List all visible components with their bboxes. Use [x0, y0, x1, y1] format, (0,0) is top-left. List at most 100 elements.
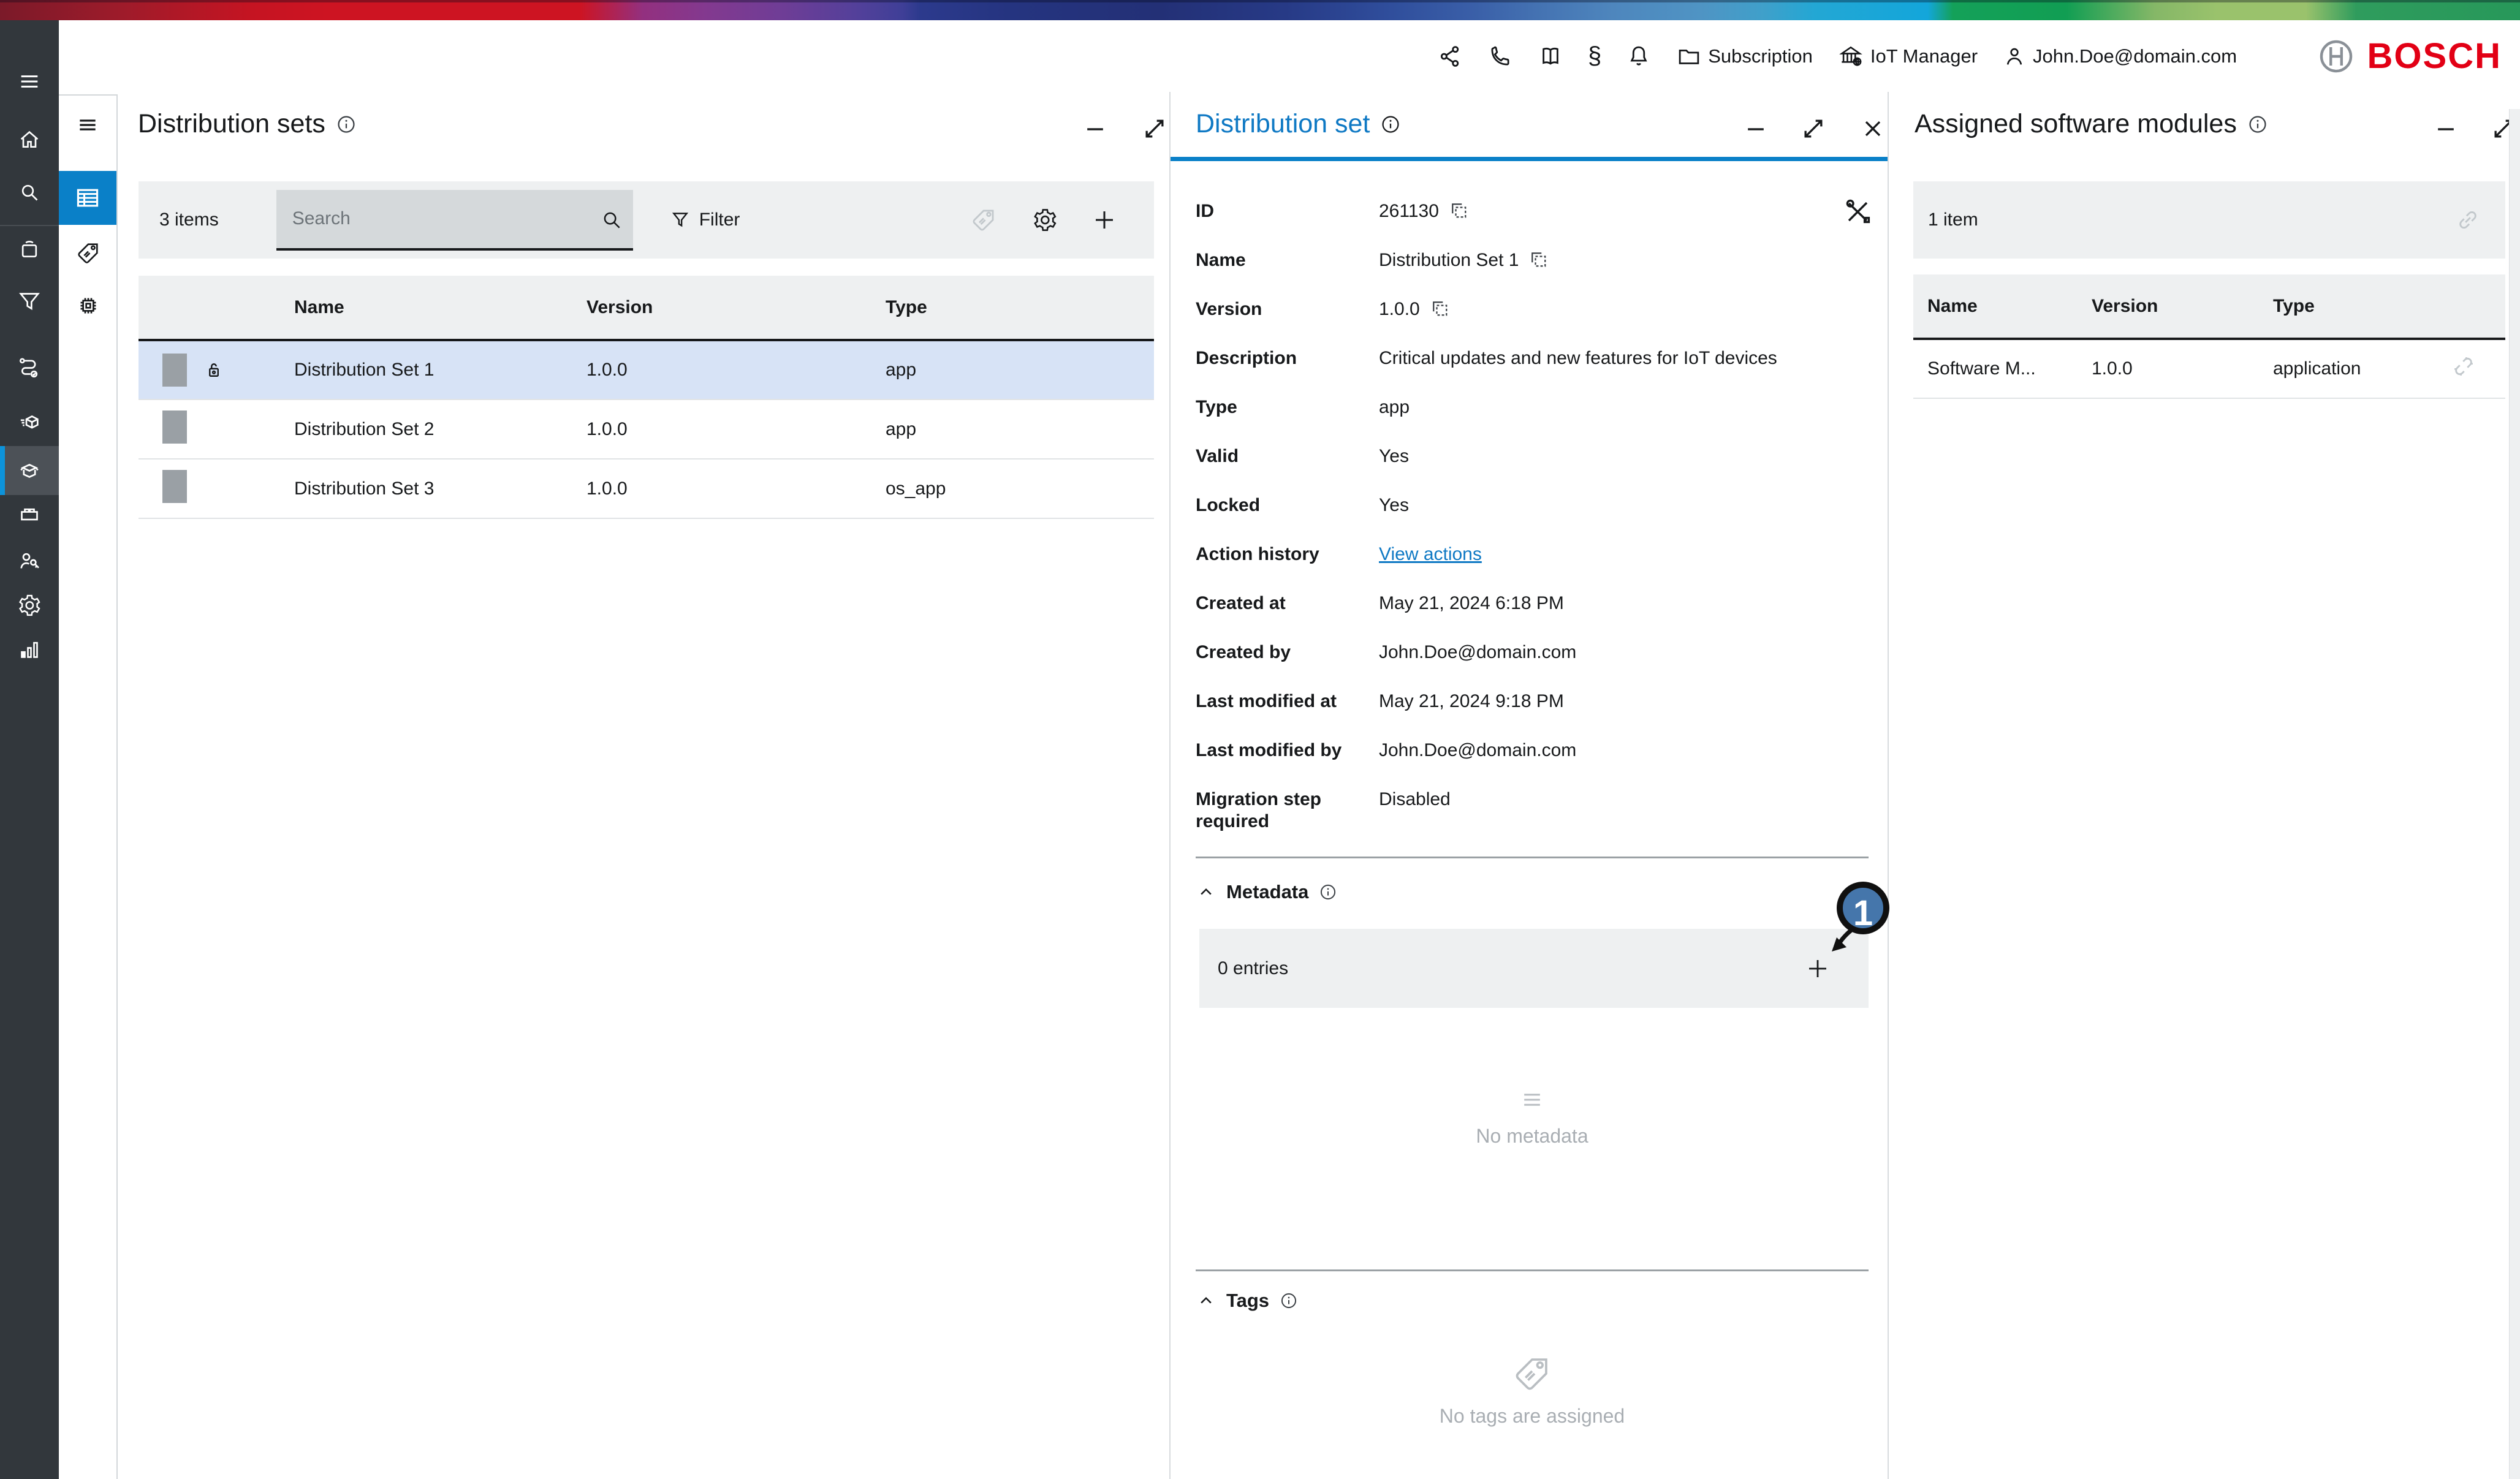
row-color-swatch[interactable]	[162, 470, 187, 503]
chevron-up-icon[interactable]	[1196, 882, 1216, 902]
annotation-badge: 1	[1837, 882, 1889, 934]
row-color-swatch[interactable]	[162, 410, 187, 444]
sidebar-item-home[interactable]	[17, 127, 42, 152]
info-icon[interactable]	[1279, 1291, 1299, 1311]
search-box	[276, 190, 633, 251]
cell-type[interactable]: os_app	[886, 459, 1154, 518]
distribution-set-title: Distribution set	[1196, 109, 1370, 139]
phone-icon[interactable]	[1487, 44, 1513, 69]
chevron-up-icon[interactable]	[1196, 1290, 1216, 1311]
link-module-icon[interactable]	[2455, 207, 2481, 233]
add-metadata-button[interactable]	[1805, 956, 1831, 982]
legal-icon[interactable]: §	[1588, 42, 1601, 70]
rail-item-tags[interactable]	[76, 241, 101, 265]
subscription-menu[interactable]: Subscription	[1676, 44, 1813, 69]
metadata-title: Metadata	[1226, 881, 1308, 903]
rail-hamburger-icon[interactable]	[76, 113, 101, 138]
annotation-label: 1	[1853, 893, 1873, 933]
cell-type[interactable]: application	[2273, 339, 2451, 398]
table-row[interactable]: Software M... 1.0.0 application	[1913, 339, 2505, 398]
cell-version[interactable]: 1.0.0	[2092, 339, 2273, 398]
sidebar-divider	[0, 225, 59, 226]
sidebar-item-reports[interactable]	[17, 637, 42, 662]
info-icon[interactable]	[1380, 113, 1402, 135]
sidebar-item-search[interactable]	[17, 180, 42, 205]
tags-title: Tags	[1226, 1290, 1269, 1312]
copy-icon[interactable]	[1527, 248, 1549, 270]
field-row: Migration step required Disabled	[1196, 776, 1869, 833]
cell-type[interactable]: app	[886, 399, 1154, 459]
unlink-module-icon[interactable]	[2451, 354, 2476, 379]
column-type: Type	[2273, 274, 2451, 339]
share-icon[interactable]	[1437, 44, 1463, 69]
iot-manager-menu[interactable]: IoT Manager	[1837, 43, 1978, 70]
field-label: Created by	[1196, 629, 1379, 664]
empty-tag-icon	[1512, 1354, 1552, 1393]
table-row[interactable]: Distribution Set 2 1.0.0 app	[139, 399, 1154, 459]
sidebar-item-filters[interactable]	[17, 289, 42, 314]
minimize-panel-button[interactable]	[1082, 115, 1111, 145]
minimize-panel-button[interactable]	[2432, 115, 2462, 145]
cell-version[interactable]: 1.0.0	[586, 340, 886, 399]
copy-icon[interactable]	[1429, 297, 1451, 319]
bosch-brand: BOSCH	[2317, 20, 2502, 92]
row-color-swatch[interactable]	[162, 354, 187, 387]
copy-icon[interactable]	[1448, 199, 1470, 221]
field-row: Created at May 21, 2024 6:18 PM	[1196, 580, 1869, 629]
cell-name[interactable]: Distribution Set 2	[294, 399, 586, 459]
distribution-sets-toolbar: 3 items Filter	[139, 181, 1154, 259]
add-distribution-set-button[interactable]	[1091, 207, 1117, 233]
cell-version[interactable]: 1.0.0	[586, 399, 886, 459]
distribution-sets-title: Distribution sets	[138, 109, 325, 139]
cell-name[interactable]: Distribution Set 3	[294, 459, 586, 518]
notifications-bell-icon[interactable]	[1626, 44, 1652, 69]
vertical-scrollbar[interactable]	[2509, 109, 2520, 1479]
column-type: Type	[886, 276, 1154, 340]
filter-funnel-icon	[670, 210, 691, 230]
table-header-row: Name Version Type	[139, 276, 1154, 340]
field-value: 261130	[1379, 200, 1439, 222]
sidebar-item-rollouts[interactable]	[17, 410, 42, 435]
minimize-panel-button[interactable]	[1742, 115, 1772, 145]
metadata-empty-text: No metadata	[1196, 1125, 1869, 1148]
handbook-icon[interactable]	[1538, 44, 1563, 69]
table-row[interactable]: Distribution Set 3 1.0.0 os_app	[139, 459, 1154, 518]
expand-panel-button[interactable]	[1800, 115, 1829, 145]
info-icon[interactable]	[2247, 113, 2269, 135]
iot-manager-label: IoT Manager	[1870, 45, 1978, 67]
sidebar-item-settings[interactable]	[17, 593, 42, 618]
field-value: May 21, 2024 6:18 PM	[1379, 592, 1564, 615]
sidebar-item-rules[interactable]	[17, 354, 42, 379]
rail-item-system[interactable]	[76, 293, 101, 318]
cell-type[interactable]: app	[886, 340, 1154, 399]
sidebar-item-software-modules[interactable]	[17, 501, 42, 526]
search-icon[interactable]	[600, 208, 623, 232]
menu-hamburger-icon[interactable]	[17, 69, 42, 94]
assign-tag-icon[interactable]	[971, 207, 996, 233]
info-icon[interactable]	[335, 113, 357, 135]
folder-icon	[1676, 44, 1702, 69]
cell-version[interactable]: 1.0.0	[586, 459, 886, 518]
main-sidebar	[0, 20, 59, 1479]
field-label: Type	[1196, 384, 1379, 418]
rail-item-table-view-selected[interactable]	[59, 171, 116, 225]
table-row[interactable]: Distribution Set 1 1.0.0 app	[139, 340, 1154, 399]
view-actions-link[interactable]: View actions	[1379, 543, 1482, 566]
sidebar-item-devices[interactable]	[17, 237, 42, 262]
top-bar: § Subscription IoT Manager John	[59, 20, 2520, 92]
table-settings-gear-icon[interactable]	[1032, 207, 1058, 233]
column-name: Name	[1913, 274, 2092, 339]
user-menu[interactable]: John.Doe@domain.com	[2002, 44, 2237, 69]
field-label: Migration step required	[1196, 776, 1379, 833]
cell-name[interactable]: Software M...	[1913, 339, 2092, 398]
field-label: Valid	[1196, 433, 1379, 467]
filter-button[interactable]: Filter	[670, 210, 740, 230]
info-icon[interactable]	[1318, 882, 1338, 902]
sidebar-item-access-control[interactable]	[17, 548, 42, 573]
search-input[interactable]	[276, 190, 633, 248]
table-header-row: Name Version Type	[1913, 274, 2505, 339]
expand-panel-button[interactable]	[1141, 115, 1171, 145]
cell-name[interactable]: Distribution Set 1	[294, 340, 586, 399]
close-panel-button[interactable]	[1859, 115, 1889, 145]
sidebar-item-distribution-sets[interactable]	[17, 457, 42, 482]
